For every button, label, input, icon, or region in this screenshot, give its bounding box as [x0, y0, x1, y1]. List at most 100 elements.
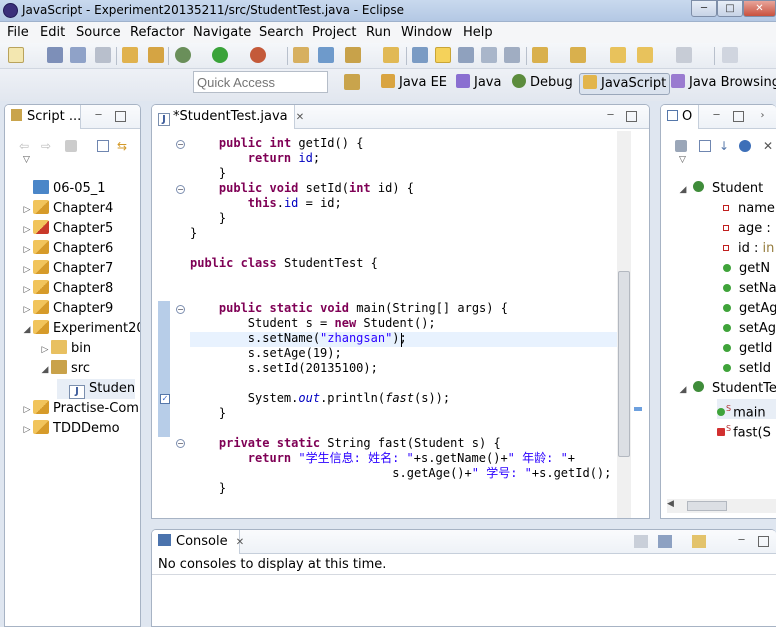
code-line[interactable]: s.setAge(19);: [190, 346, 342, 361]
close-tab-icon[interactable]: ✕: [296, 112, 304, 123]
perspective-java-ee[interactable]: Java EE: [378, 73, 450, 95]
collapse-icon[interactable]: ◢: [677, 380, 689, 400]
outline-menu-chevron-icon[interactable]: ▽: [679, 155, 686, 165]
tree-item-experiment[interactable]: ◢ Experiment20: [21, 319, 140, 340]
scroll-left-icon[interactable]: ◀: [667, 499, 674, 509]
tree-item-tdddemo[interactable]: ▷ TDDDemo: [21, 419, 120, 439]
code-line[interactable]: }: [190, 166, 226, 181]
maximize-outline-icon[interactable]: [733, 111, 744, 122]
maximize-editor-icon[interactable]: [626, 111, 637, 122]
expand-icon[interactable]: ▷: [21, 300, 33, 320]
outline-overflow-icon[interactable]: ›: [757, 111, 768, 122]
outline-filter-icon[interactable]: [675, 140, 687, 152]
menu-navigate[interactable]: Navigate: [193, 25, 251, 40]
collapse-icon[interactable]: ◢: [39, 360, 51, 380]
tab-studenttest-java[interactable]: *StudentTest.java ✕: [152, 105, 304, 129]
open-perspective-icon[interactable]: [344, 74, 360, 90]
pencil-icon[interactable]: [345, 47, 361, 63]
new-icon[interactable]: [8, 47, 24, 63]
outline-field-id[interactable]: id : in: [723, 239, 774, 259]
external-tools-icon[interactable]: [250, 47, 266, 63]
forward-icon[interactable]: [676, 47, 692, 63]
maximize-view-icon[interactable]: [115, 111, 126, 122]
outline-method-getname[interactable]: getN: [723, 259, 770, 279]
collapse-all-icon[interactable]: [97, 140, 109, 152]
editor-scrollbar[interactable]: [617, 131, 631, 518]
scrollbar-thumb[interactable]: [618, 271, 630, 457]
outline-class-studenttest[interactable]: ◢ StudentTe: [677, 379, 776, 399]
open-console-icon[interactable]: [692, 535, 706, 548]
outline-method-setage[interactable]: setAg: [723, 319, 776, 339]
outline-method-fast[interactable]: Sfast(S: [717, 419, 771, 440]
code-line[interactable]: return id;: [190, 151, 320, 166]
task-marker-icon[interactable]: ✓: [160, 394, 170, 404]
new-folder-icon[interactable]: [148, 47, 164, 63]
code-line[interactable]: }: [190, 406, 226, 421]
expand-icon[interactable]: ▷: [21, 280, 33, 300]
collapse-icon[interactable]: ◢: [21, 320, 33, 340]
minimize-console-icon[interactable]: ─: [736, 536, 747, 547]
tab-outline[interactable]: O: [661, 105, 699, 129]
link-editor-icon[interactable]: ⇆: [117, 139, 127, 153]
outline-method-getid[interactable]: getId: [723, 339, 772, 359]
print-icon[interactable]: [95, 47, 111, 63]
outline-method-getage[interactable]: getAg: [723, 299, 776, 319]
outline-class-student[interactable]: ◢ Student: [677, 179, 763, 199]
next-annotation-icon[interactable]: [532, 47, 548, 63]
code-line[interactable]: s.getAge()+" 学号: "+s.getId();: [190, 466, 611, 481]
code-line[interactable]: Student s = new Student();: [190, 316, 436, 331]
perspective-java[interactable]: Java: [453, 73, 504, 95]
tree-item-chapter5[interactable]: ▷ Chapter5: [21, 219, 113, 239]
code-line[interactable]: }: [190, 226, 197, 241]
outline-method-main[interactable]: Smain: [717, 399, 776, 420]
tree-item-06-05_1[interactable]: 06-05_1: [21, 179, 106, 199]
menu-window[interactable]: Window: [401, 25, 452, 40]
tree-item-studenttest[interactable]: Studen: [57, 379, 136, 399]
last-edit-icon[interactable]: [637, 47, 653, 63]
outline-field-age[interactable]: age :: [723, 219, 771, 239]
code-line[interactable]: public class StudentTest {: [190, 256, 378, 271]
code-line[interactable]: public static void main(String[] args) {: [190, 301, 508, 316]
code-line[interactable]: s.setName("zhangsan");: [190, 331, 407, 346]
tree-item-bin[interactable]: ▷ bin: [39, 339, 91, 359]
mark-occurrences-icon[interactable]: [435, 47, 451, 63]
menu-file[interactable]: File: [7, 25, 29, 40]
code-line[interactable]: }: [190, 211, 226, 226]
perspective-debug[interactable]: Debug: [509, 73, 576, 95]
sort-icon[interactable]: ↓: [719, 139, 729, 153]
collapse-icon[interactable]: ◢: [677, 180, 689, 200]
tree-item-practise-com[interactable]: ▷ Practise-Com: [21, 399, 139, 419]
up-icon[interactable]: [65, 140, 77, 152]
toggle-block-icon[interactable]: [458, 47, 474, 63]
overview-ruler-mark[interactable]: [634, 407, 642, 411]
expand-icon[interactable]: ▷: [39, 340, 51, 360]
hscroll-thumb[interactable]: [687, 501, 727, 511]
search-icon[interactable]: [412, 47, 428, 63]
menu-source[interactable]: Source: [76, 25, 121, 40]
outline-field-name[interactable]: name: [723, 199, 775, 219]
code-line[interactable]: this.id = id;: [190, 196, 342, 211]
tree-item-chapter8[interactable]: ▷ Chapter8: [21, 279, 113, 299]
minimize-editor-icon[interactable]: ─: [605, 111, 616, 122]
expand-icon[interactable]: ▷: [21, 220, 33, 240]
minimize-outline-icon[interactable]: ─: [711, 111, 722, 122]
code-line[interactable]: private static String fast(Student s) {: [190, 436, 501, 451]
expand-icon[interactable]: ▷: [21, 400, 33, 420]
code-line[interactable]: return "学生信息: 姓名: "+s.getName()+" 年龄: "+: [190, 451, 575, 466]
outline-method-setid[interactable]: setId: [723, 359, 771, 379]
debug-run-icon[interactable]: [175, 47, 191, 63]
show-whitespace-icon[interactable]: [481, 47, 497, 63]
menu-edit[interactable]: Edit: [40, 25, 65, 40]
code-line[interactable]: System.out.println(fast(s));: [190, 391, 450, 406]
fold-toggle-icon[interactable]: −: [176, 305, 185, 314]
code-line[interactable]: public int getId() {: [190, 136, 364, 151]
menu-refactor[interactable]: Refactor: [130, 25, 185, 40]
perspective-javascript[interactable]: JavaScript: [579, 73, 671, 95]
tree-item-chapter9[interactable]: ▷ Chapter9: [21, 299, 113, 319]
forward-arrow-icon[interactable]: ⇨: [41, 139, 51, 153]
paragraph-icon[interactable]: [504, 47, 520, 63]
new-package-icon[interactable]: [293, 47, 309, 63]
new-class-icon[interactable]: [318, 47, 334, 63]
open-project-icon[interactable]: [122, 47, 138, 63]
hide-static-icon[interactable]: ✕: [763, 139, 773, 153]
